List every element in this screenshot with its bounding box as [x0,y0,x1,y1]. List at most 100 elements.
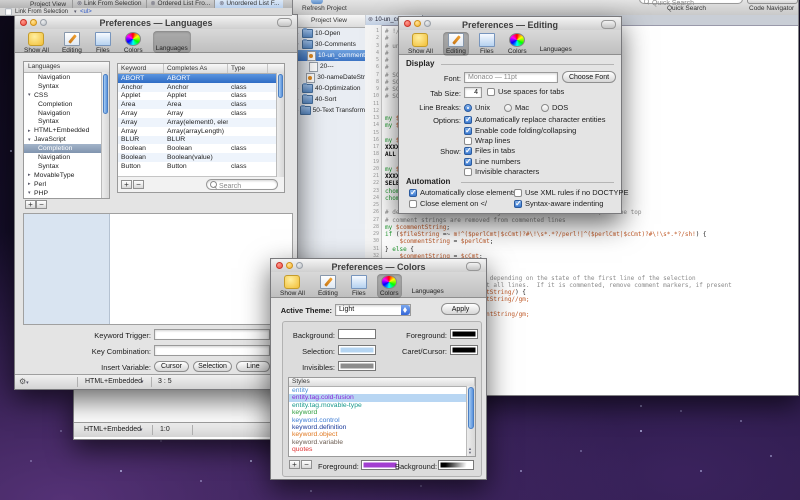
show-0-checkbox[interactable] [464,147,472,155]
tree-item-completion[interactable]: Completion [24,144,109,153]
project-item-30-namedatestr[interactable]: 30-nameDateStr [293,72,365,83]
insert-selection-button[interactable]: Selection [193,361,232,372]
keyword-trigger-input[interactable] [154,329,270,340]
automation-syntax-aware-indenting-checkbox[interactable] [514,200,522,208]
style-item-keyword[interactable]: keyword [289,409,475,416]
completion-editor-panel[interactable] [23,213,293,325]
toolbar-item-files[interactable]: Files [348,274,370,298]
style-item-quotes[interactable]: quotes [289,446,475,453]
style-item-entity[interactable]: entity [289,387,475,394]
show-1-checkbox[interactable] [464,158,472,166]
keyword-row[interactable]: ButtonButtonclass [118,162,284,171]
tree-item-php[interactable]: ▾PHP [24,189,109,198]
tab-size-input[interactable]: 4 [464,87,482,98]
tree-item-navigation[interactable]: Navigation [24,109,109,118]
automation-use-xml-rules-if-no-doctype-checkbox[interactable] [514,189,522,197]
tree-item-syntax[interactable]: Syntax [24,117,109,126]
remove-keyword-button[interactable]: − [133,180,144,189]
document-tab[interactable]: ⊗Link From Selection [72,0,145,8]
keyword-row[interactable]: ABORTABORT [118,74,284,83]
color-well-invisibles[interactable] [338,361,376,371]
language-popup[interactable]: HTML+Embedded [84,426,141,433]
table-scrollbar[interactable] [276,73,284,177]
style-item-keyword-object[interactable]: keyword.object [289,431,475,438]
show-2-checkbox[interactable] [464,168,472,176]
keyword-row[interactable]: BooleanBooleanclass [118,144,284,153]
keyword-row[interactable]: AreaAreaclass [118,100,284,109]
project-item-50-text transform[interactable]: ▸50-Text Transform [293,105,365,116]
keyword-row[interactable]: BLURBLUR [118,136,284,145]
automation-automatically-close-elements-checkbox[interactable] [409,189,417,197]
line-breaks-unix-radio[interactable] [464,104,472,112]
tree-item-perl[interactable]: ▸Perl [24,180,109,189]
tree-item-syntax[interactable]: Syntax [24,162,109,171]
option-0-checkbox[interactable] [464,116,472,124]
language-popup[interactable]: HTML+Embedded [85,378,142,385]
keyword-row[interactable]: AppletAppletclass [118,92,284,101]
line-breaks-dos-radio[interactable] [541,104,549,112]
tree-item-navigation[interactable]: Navigation [24,73,109,82]
toolbar-toggle-lozenge[interactable] [466,262,481,271]
remove-style-button[interactable]: − [301,460,312,469]
automation-close-element-on--checkbox[interactable] [409,200,417,208]
toolbar-item-editing[interactable]: Editing [443,32,469,56]
toolbar-item-files[interactable]: Files [92,31,114,55]
toolbar-item-editing[interactable]: Editing [59,31,85,55]
style-item-entity-tag-cold-fusion[interactable]: entity.tag.cold-fusion [289,394,475,401]
toolbar-item-colors[interactable]: Colors [121,31,146,55]
keyword-row[interactable]: ArrayArray(arrayLength) [118,127,284,136]
color-well-foreground[interactable] [450,329,478,339]
project-item-10-open[interactable]: ▸10-Open [293,28,365,39]
project-item-30-comments[interactable]: ▾30-Comments [293,39,365,50]
keyword-row[interactable]: ArrayArrayclass [118,109,284,118]
gear-icon[interactable]: ⚙▾ [19,377,32,386]
style-item-keyword-control[interactable]: keyword.control [289,417,475,424]
toolbar-item-colors[interactable]: Colors [505,32,530,56]
insert-cursor-button[interactable]: Cursor [154,361,189,372]
document-tab[interactable]: ⊗Ordered List Fro... [146,0,215,8]
toolbar-item-show-all[interactable]: Show All [277,274,308,298]
keyword-search-input[interactable]: Search [206,179,278,190]
tree-item-movabletype[interactable]: ▸MovableType [24,171,109,180]
toolbar-item-files[interactable]: Files [476,32,498,56]
keyword-row[interactable]: BooleanBoolean(value) [118,153,284,162]
key-combination-input[interactable] [154,345,270,356]
remove-language-button[interactable]: − [36,200,47,209]
project-item-20---[interactable]: 20--- [293,61,365,72]
tree-item-navigation[interactable]: Navigation [24,153,109,162]
project-item-40-optimization[interactable]: ▸40-Optimization [293,83,365,94]
project-item-40-sort[interactable]: ▸40-Sort [293,94,365,105]
styles-scrollbar[interactable]: ▲▼ [466,386,475,456]
keyword-row[interactable]: AnchorAnchorclass [118,83,284,92]
color-well-caretcursor[interactable] [450,345,478,355]
tree-item-syntax[interactable]: Syntax [24,82,109,91]
close-tab-icon[interactable]: ⊗ [368,17,373,23]
quick-search-input[interactable]: Quick Search [639,0,743,4]
tree-scrollbar[interactable] [101,72,109,198]
titlebar[interactable]: Preferences — Languages [15,15,297,30]
choose-font-button[interactable]: Choose Font [562,71,616,83]
style-item-keyword-definition[interactable]: keyword.definition [289,424,475,431]
toolbar-item-show-all[interactable]: Show All [405,32,436,56]
tree-item-css[interactable]: ▾CSS [24,91,109,100]
color-well-background[interactable] [338,329,376,339]
tree-item-javascript[interactable]: ▾JavaScript [24,135,109,144]
apply-button[interactable]: Apply [441,303,480,315]
style-item-keyword-variable[interactable]: keyword.variable [289,439,475,446]
toolbar-item-show-all[interactable]: Show All [21,31,52,55]
toolbar-item-languages[interactable]: Languages [153,31,191,53]
refresh-project-icon[interactable] [311,0,323,4]
line-breaks-mac-radio[interactable] [504,104,512,112]
code-navigator-dropdown[interactable] [747,0,798,4]
titlebar[interactable]: Preferences — Editing [399,17,621,31]
option-2-checkbox[interactable] [464,137,472,145]
color-well-selection[interactable] [338,345,376,355]
toolbar-toggle-lozenge[interactable] [277,18,292,27]
project-item-10-un_comment[interactable]: 10-un_comment [293,50,365,61]
toolbar-toggle-lozenge[interactable] [601,20,616,29]
toolbar-item-colors[interactable]: Colors [377,274,402,298]
insert-line-button[interactable]: Line [236,361,270,372]
titlebar[interactable]: Preferences — Colors [271,259,486,273]
active-theme-dropdown[interactable]: Light [335,304,411,316]
toolbar-item-languages[interactable]: Languages [537,32,575,54]
